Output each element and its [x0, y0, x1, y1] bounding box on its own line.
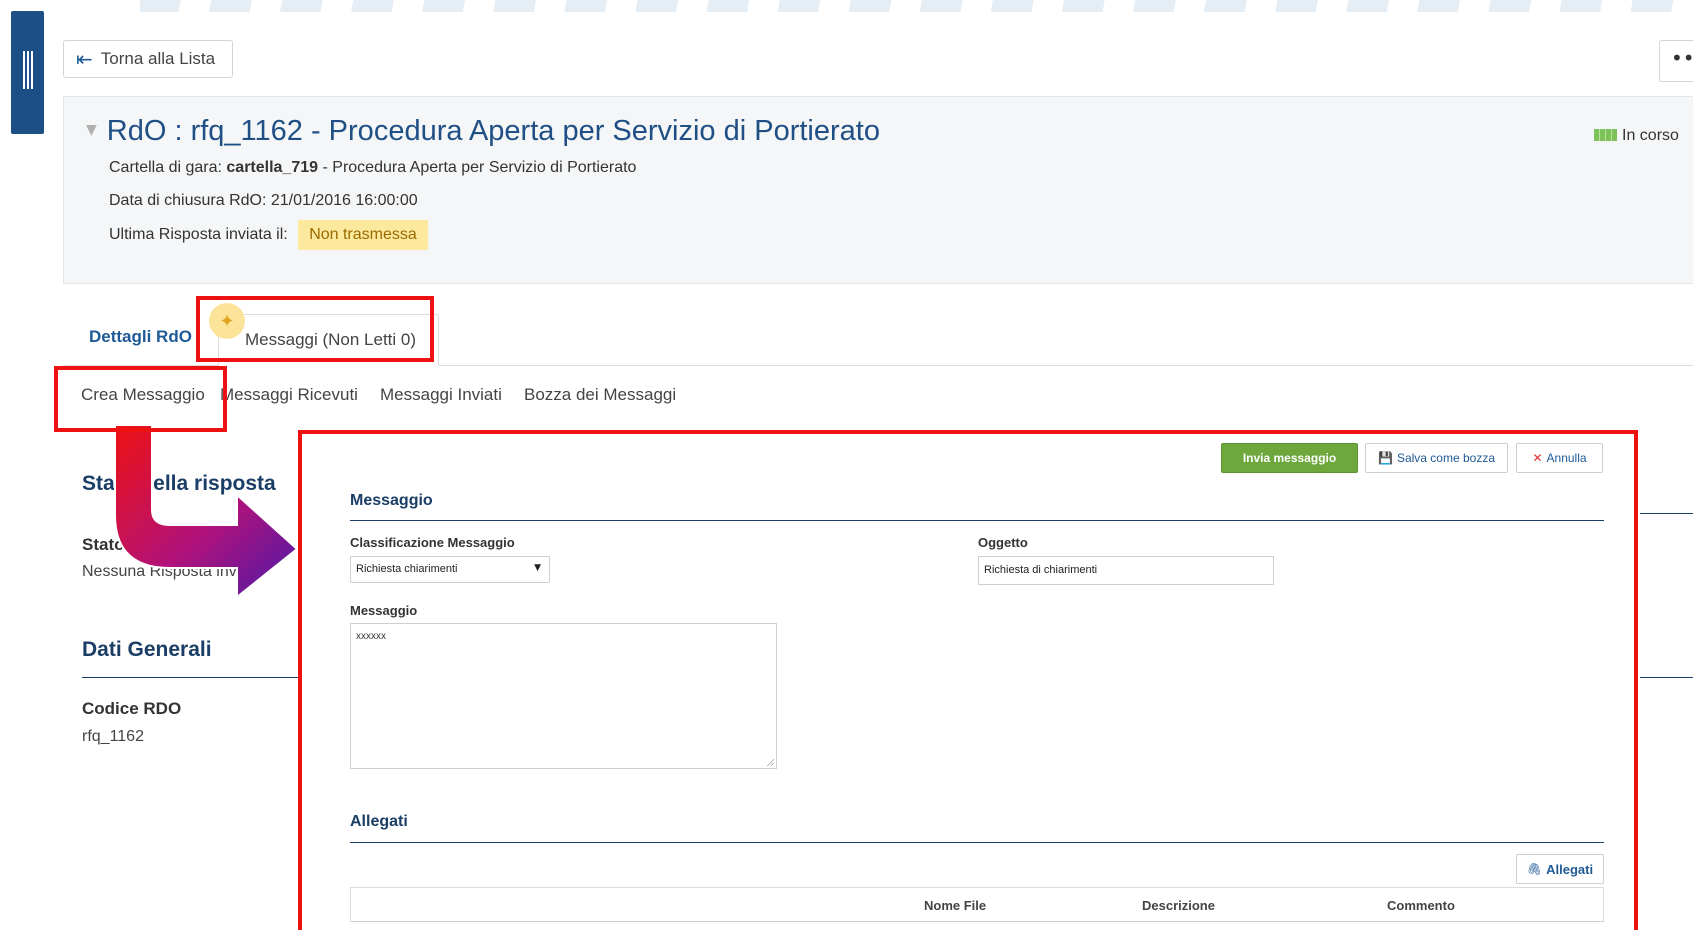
top-decoration-band	[140, 0, 1693, 12]
page-title[interactable]: ▼ RdO : rfq_1162 - Procedura Aperta per S…	[86, 115, 880, 148]
data-chiusura: Data di chiusura RdO: 21/01/2016 16:00:0…	[109, 192, 418, 209]
back-to-list-button[interactable]: ⇤ Torna alla Lista	[63, 40, 233, 78]
progress-battery-icon	[1594, 129, 1617, 141]
collapse-triangle-icon[interactable]: ▼	[86, 122, 97, 138]
arrow-left-to-bar-icon: ⇤	[76, 47, 93, 71]
right-rule-2	[1640, 677, 1693, 678]
ultima-risposta-line: Ultima Risposta inviata il: Non trasmess…	[109, 220, 428, 250]
highlight-message-form	[298, 430, 1638, 930]
back-to-list-label: Torna alla Lista	[100, 49, 216, 68]
red-callout-arrow	[114, 425, 299, 600]
cartella-line: Cartella di gara: cartella_719 - Procedu…	[109, 159, 637, 176]
right-rule-1	[1640, 513, 1693, 514]
more-options-button[interactable]: •••	[1659, 40, 1693, 82]
rdo-header-panel: ▼ RdO : rfq_1162 - Procedura Aperta per S…	[63, 96, 1693, 284]
dati-generali-heading: Dati Generali	[82, 638, 212, 661]
side-menu-handle[interactable]	[11, 11, 44, 134]
dati-generali-rule	[82, 677, 302, 678]
subtab-messaggi-ricevuti[interactable]: Messaggi Ricevuti	[220, 385, 358, 405]
codice-rdo-label: Codice RDO	[82, 699, 182, 718]
highlight-messaggi-tab	[196, 296, 434, 362]
cartella-value: cartella_719	[226, 159, 319, 176]
tab-dettagli-rdo[interactable]: Dettagli RdO	[89, 327, 192, 347]
status-badge: In corso	[1594, 127, 1679, 145]
highlight-crea-messaggio	[54, 366, 227, 432]
non-trasmessa-badge: Non trasmessa	[298, 220, 428, 250]
subtab-messaggi-inviati[interactable]: Messaggi Inviati	[380, 385, 502, 405]
codice-rdo-value: rfq_1162	[82, 728, 144, 745]
subtab-bozza-messaggi[interactable]: Bozza dei Messaggi	[524, 385, 676, 405]
